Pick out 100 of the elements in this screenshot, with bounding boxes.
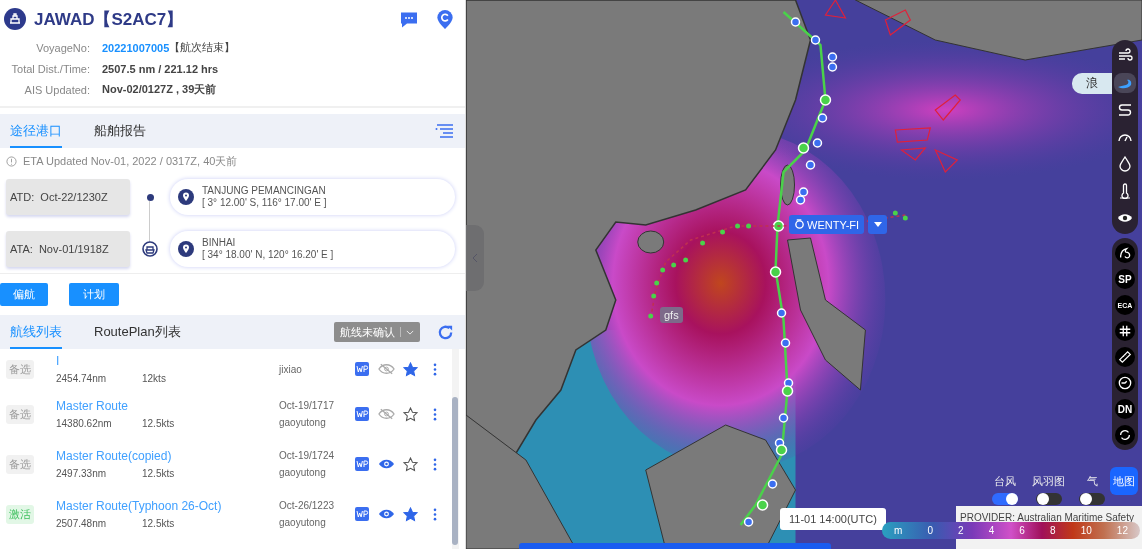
route-distance: 14380.62nm	[56, 418, 113, 429]
base-map-button[interactable]: 地图	[1110, 467, 1138, 495]
tool-button[interactable]	[1115, 243, 1135, 263]
more-icon[interactable]	[433, 407, 437, 421]
port-card[interactable]: BINHAI [ 34° 18.00' N, 120° 16.20' E ]	[170, 231, 455, 267]
star-icon[interactable]	[403, 361, 418, 377]
port-card[interactable]: TANJUNG PEMANCINGAN [ 3° 12.00' S, 116° 17.00' E ]	[170, 179, 455, 215]
action-button[interactable]: 计划	[69, 283, 119, 306]
toggle-switch[interactable]	[992, 493, 1018, 505]
route-speed: 12kts	[142, 373, 166, 384]
layer-tooltip: 浪	[1072, 73, 1112, 94]
toggle-label: 台风	[994, 474, 1016, 489]
wind-icon	[1117, 48, 1133, 64]
vessel-name: JAWAD【S2AC7】	[34, 8, 184, 31]
route-name-link[interactable]: Master Route(copied)	[56, 449, 172, 463]
tool-button[interactable]: SP	[1115, 269, 1135, 289]
port-coordinates: [ 34° 18.00' N, 120° 16.20' E ]	[202, 249, 334, 261]
tool-button[interactable]	[1115, 425, 1135, 445]
star-icon[interactable]	[403, 406, 418, 422]
info-icon	[6, 156, 17, 167]
action-button[interactable]: 偏航	[0, 283, 48, 306]
current-icon	[1117, 102, 1133, 118]
typhoon-icon	[794, 219, 805, 230]
location-pin-icon[interactable]	[435, 8, 455, 30]
tool-button[interactable]: DN	[1115, 399, 1135, 419]
route-tab[interactable]: RoutePlan列表	[94, 315, 181, 349]
provider-text: PROVIDER: Australian Maritime Safety	[960, 512, 1134, 523]
typhoon-dropdown-button[interactable]	[868, 215, 888, 234]
route-user: gaoyutong	[279, 467, 327, 478]
ship-icon	[142, 241, 158, 257]
waypoint-icon[interactable]	[355, 507, 369, 521]
route-user: jixiao	[279, 363, 303, 375]
route-speed: 12.5kts	[142, 468, 175, 479]
eye-icon[interactable]	[378, 458, 395, 470]
legend-tick: 6	[1019, 525, 1025, 536]
info-label: AIS Updated:	[23, 83, 90, 96]
route-name-link[interactable]: I	[56, 354, 60, 368]
info-value: 2507.5 nm / 221.12 hrs	[102, 62, 219, 75]
caret-down-icon	[873, 222, 882, 227]
route-status-tag: 激活	[6, 504, 34, 524]
drop-icon	[1117, 156, 1133, 172]
route-name-link[interactable]: Master Route(Typhoon 26-Oct)	[56, 499, 222, 513]
route-filter-dropdown[interactable]: 航线未确认	[334, 322, 420, 342]
toggle-switch[interactable]	[1035, 493, 1062, 505]
more-icon[interactable]	[433, 507, 437, 521]
route-speed: 12.5kts	[142, 418, 175, 429]
port-tab[interactable]: 途径港口	[10, 114, 62, 148]
port-name: TANJUNG PEMANCINGAN	[202, 185, 327, 197]
typhoon-label[interactable]: WENTY-FI	[789, 215, 865, 234]
route-date: Oct-26/1223	[279, 500, 336, 511]
route-tab[interactable]: 航线列表	[10, 315, 62, 349]
location-pin-icon	[178, 241, 194, 257]
model-label: gfs	[660, 307, 683, 323]
voyage-status: 【航次结束】	[169, 40, 236, 55]
more-icon[interactable]	[433, 457, 437, 471]
legend-tick: 12	[1116, 525, 1128, 536]
route-speed: 12.5kts	[142, 518, 175, 529]
legend-unit: m	[894, 525, 903, 536]
route-name-link[interactable]: Master Route	[56, 399, 129, 413]
route-user: gaoyutong	[279, 517, 327, 528]
eta-note: ETA Updated Nov-01, 2022 / 0317Z, 40天前	[23, 154, 238, 169]
legend-tick: 0	[927, 525, 933, 536]
info-value: Nov-02/0127Z , 39天前	[102, 82, 217, 97]
port-name: BINHAI	[202, 237, 237, 249]
tool-button[interactable]	[1115, 373, 1135, 393]
time-label: 11-01 14:00(UTC)	[780, 508, 886, 530]
legend-tick: 8	[1050, 525, 1056, 536]
route-user: gaoyutong	[279, 417, 327, 428]
route-status-tag: 备选	[6, 359, 34, 379]
clock-icon	[1118, 376, 1132, 390]
route-status-tag: 备选	[6, 404, 34, 424]
time-card: ATD: Oct-22/1230Z	[6, 179, 130, 215]
tool-button[interactable]	[1115, 321, 1135, 341]
location-pin-icon	[178, 189, 194, 205]
waypoint-icon[interactable]	[355, 407, 369, 421]
list-filter-icon[interactable]	[435, 123, 455, 139]
port-coordinates: [ 3° 12.00' S, 116° 17.00' E ]	[202, 197, 327, 209]
waypoint-icon[interactable]	[355, 362, 369, 376]
route-distance: 2507.48nm	[56, 518, 108, 529]
route-distance: 2454.74nm	[56, 373, 108, 384]
more-icon[interactable]	[433, 362, 437, 376]
star-icon[interactable]	[403, 506, 418, 522]
route-date: Oct-19/1717	[279, 400, 336, 411]
star-icon[interactable]	[403, 456, 418, 472]
waypoint-icon[interactable]	[355, 457, 369, 471]
info-label: VoyageNo:	[35, 41, 90, 54]
port-tab[interactable]: 船舶报告	[94, 114, 146, 148]
chevron-left-icon	[472, 253, 478, 263]
toggle-switch[interactable]	[1079, 493, 1105, 505]
panel-collapse-handle[interactable]	[466, 225, 484, 291]
chevron-down-icon	[406, 329, 414, 335]
route-status-tag: 备选	[6, 454, 34, 474]
info-label: Total Dist./Time:	[10, 62, 90, 75]
typhoon-icon	[1118, 246, 1132, 260]
eye-icon[interactable]	[378, 508, 395, 520]
legend-tick: 10	[1080, 525, 1092, 536]
legend-tick: 4	[988, 525, 995, 536]
voyage-link[interactable]: 20221007005	[102, 41, 170, 54]
scrollbar-thumb[interactable]	[452, 397, 458, 545]
tool-button[interactable]	[1115, 347, 1135, 367]
